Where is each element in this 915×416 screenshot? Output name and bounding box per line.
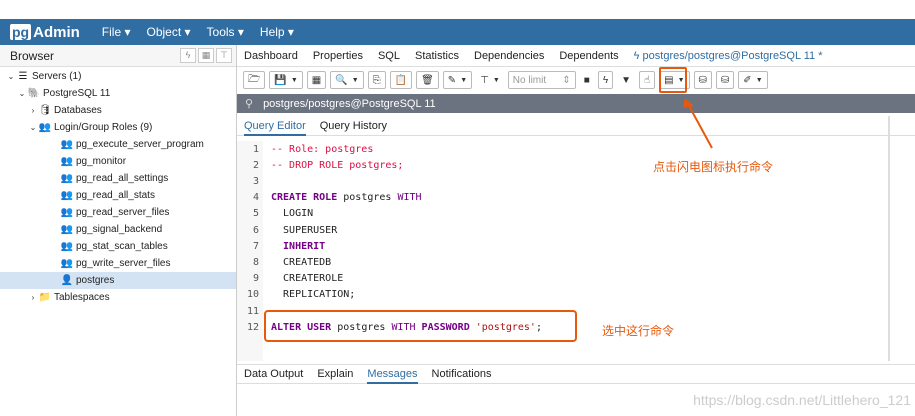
arrow-head	[683, 98, 694, 108]
result-tab-2[interactable]: Messages	[367, 364, 418, 384]
result-tab-1[interactable]: Explain	[317, 364, 353, 384]
watermark: https://blog.csdn.net/Littlehero_121	[693, 392, 911, 408]
result-tab-0[interactable]: Data Output	[244, 364, 303, 384]
execute-annotation: 点击闪电图标执行命令	[653, 160, 774, 174]
select-annotation: 选中这行命令	[602, 324, 675, 338]
annotation-arrow	[683, 98, 713, 149]
arrow-line	[687, 103, 713, 149]
result-tab-3[interactable]: Notifications	[432, 364, 492, 384]
result-tabs: Data Output Explain Messages Notifications	[237, 364, 915, 384]
